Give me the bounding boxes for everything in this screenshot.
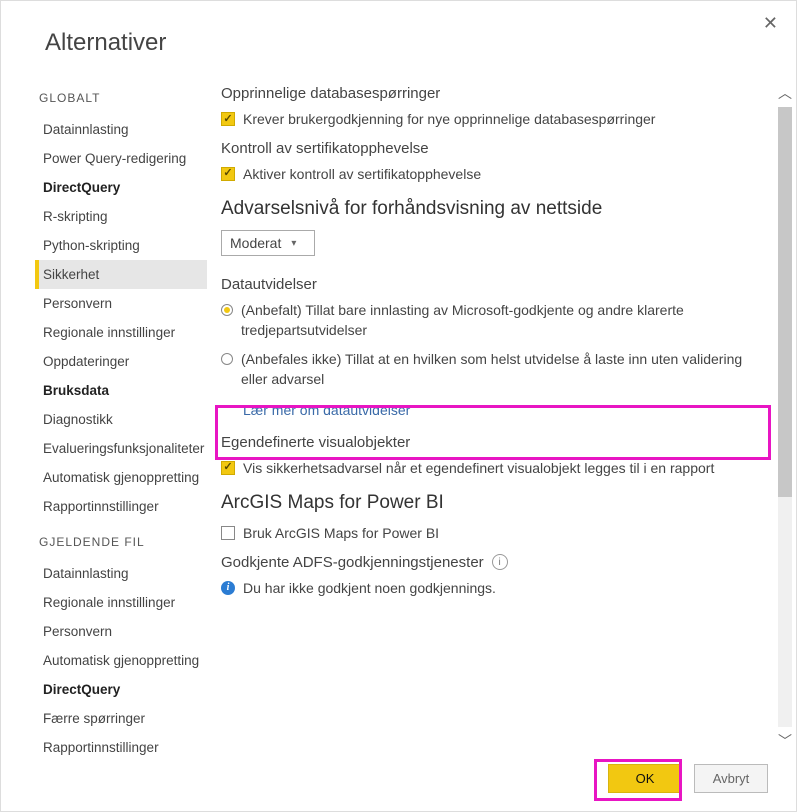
sidebar-item-directquery[interactable]: DirectQuery: [35, 173, 207, 202]
sidebar-item-evalueringsfunksjonaliteter[interactable]: Evalueringsfunksjonaliteter: [35, 434, 207, 463]
sidebar-item-directquery[interactable]: DirectQuery: [35, 675, 207, 704]
ok-button[interactable]: OK: [608, 764, 682, 793]
sidebar-item-automatisk-gjenoppretting[interactable]: Automatisk gjenoppretting: [35, 646, 207, 675]
data-extensions-learn-more-link[interactable]: Lær mer om datautvidelser: [243, 402, 768, 418]
sidebar-item-bruksdata[interactable]: Bruksdata: [35, 376, 207, 405]
sidebar-item-python-skripting[interactable]: Python-skripting: [35, 231, 207, 260]
data-extensions-radio-recommended[interactable]: [221, 304, 233, 316]
sidebar-item-oppdateringer[interactable]: Oppdateringer: [35, 347, 207, 376]
web-preview-dropdown[interactable]: Moderat ▾: [221, 230, 315, 256]
sidebar-item-personvern[interactable]: Personvern: [35, 617, 207, 646]
native-queries-header: Opprinnelige databasespørringer: [221, 85, 768, 102]
data-extensions-radio-not-recommended[interactable]: [221, 353, 233, 365]
vertical-scrollbar[interactable]: ︿ ﹀: [774, 77, 796, 757]
scroll-thumb[interactable]: [778, 107, 792, 497]
sidebar-item-personvern[interactable]: Personvern: [35, 289, 207, 318]
arcgis-checkbox[interactable]: [221, 526, 235, 540]
arcgis-label: Bruk ArcGIS Maps for Power BI: [243, 524, 439, 544]
sidebar-item-rapportinnstillinger[interactable]: Rapportinnstillinger: [35, 733, 207, 757]
sidebar-item-regionale-innstillinger[interactable]: Regionale innstillinger: [35, 318, 207, 347]
sidebar-item-power-query-redigering[interactable]: Power Query-redigering: [35, 144, 207, 173]
cert-revocation-label: Aktiver kontroll av sertifikatopphevelse: [243, 165, 481, 185]
dialog-footer: OK Avbryt: [608, 764, 768, 793]
sidebar-item-rapportinnstillinger[interactable]: Rapportinnstillinger: [35, 492, 207, 521]
sidebar: GLOBALT DatainnlastingPower Query-redige…: [1, 77, 213, 757]
scroll-down-icon[interactable]: ﹀: [778, 731, 792, 751]
close-icon[interactable]: ✕: [763, 13, 778, 34]
sidebar-section-current-file: GJELDENDE FIL: [39, 535, 213, 549]
info-icon: i: [221, 581, 235, 595]
scroll-track[interactable]: [778, 107, 792, 727]
sidebar-item-færre-spørringer[interactable]: Færre spørringer: [35, 704, 207, 733]
data-extensions-header: Datautvidelser: [221, 276, 768, 293]
sidebar-item-regionale-innstillinger[interactable]: Regionale innstillinger: [35, 588, 207, 617]
web-preview-header: Advarselsnivå for forhåndsvisning av net…: [221, 198, 768, 220]
sidebar-section-global: GLOBALT: [39, 91, 213, 105]
dialog-title: Alternativer: [1, 1, 796, 77]
adfs-header-row: Godkjente ADFS-godkjenningstjenester i: [221, 554, 768, 571]
adfs-info-text: Du har ikke godkjent noen godkjennings.: [243, 579, 496, 599]
chevron-down-icon: ▾: [291, 238, 296, 249]
cert-revocation-checkbox[interactable]: [221, 167, 235, 181]
native-queries-label: Krever brukergodkjenning for nye opprinn…: [243, 110, 655, 130]
custom-visuals-checkbox[interactable]: [221, 461, 235, 475]
content-pane: Opprinnelige databasespørringer Krever b…: [213, 77, 774, 757]
sidebar-item-diagnostikk[interactable]: Diagnostikk: [35, 405, 207, 434]
sidebar-item-automatisk-gjenoppretting[interactable]: Automatisk gjenoppretting: [35, 463, 207, 492]
sidebar-item-datainnlasting[interactable]: Datainnlasting: [35, 559, 207, 588]
arcgis-header: ArcGIS Maps for Power BI: [221, 492, 768, 514]
data-extensions-radio-recommended-label: (Anbefalt) Tillat bare innlasting av Mic…: [241, 301, 768, 340]
sidebar-item-r-skripting[interactable]: R-skripting: [35, 202, 207, 231]
web-preview-selected: Moderat: [230, 235, 281, 251]
cancel-button[interactable]: Avbryt: [694, 764, 768, 793]
help-icon[interactable]: i: [492, 554, 508, 570]
native-queries-checkbox[interactable]: [221, 112, 235, 126]
adfs-header: Godkjente ADFS-godkjenningstjenester: [221, 554, 484, 571]
custom-visuals-header: Egendefinerte visualobjekter: [221, 434, 768, 451]
sidebar-item-sikkerhet[interactable]: Sikkerhet: [35, 260, 207, 289]
data-extensions-radio-not-recommended-label: (Anbefales ikke) Tillat at en hvilken so…: [241, 350, 768, 389]
sidebar-item-datainnlasting[interactable]: Datainnlasting: [35, 115, 207, 144]
scroll-up-icon[interactable]: ︿: [778, 83, 792, 103]
cert-revocation-header: Kontroll av sertifikatopphevelse: [221, 140, 768, 157]
custom-visuals-label: Vis sikkerhetsadvarsel når et egendefine…: [243, 459, 714, 479]
